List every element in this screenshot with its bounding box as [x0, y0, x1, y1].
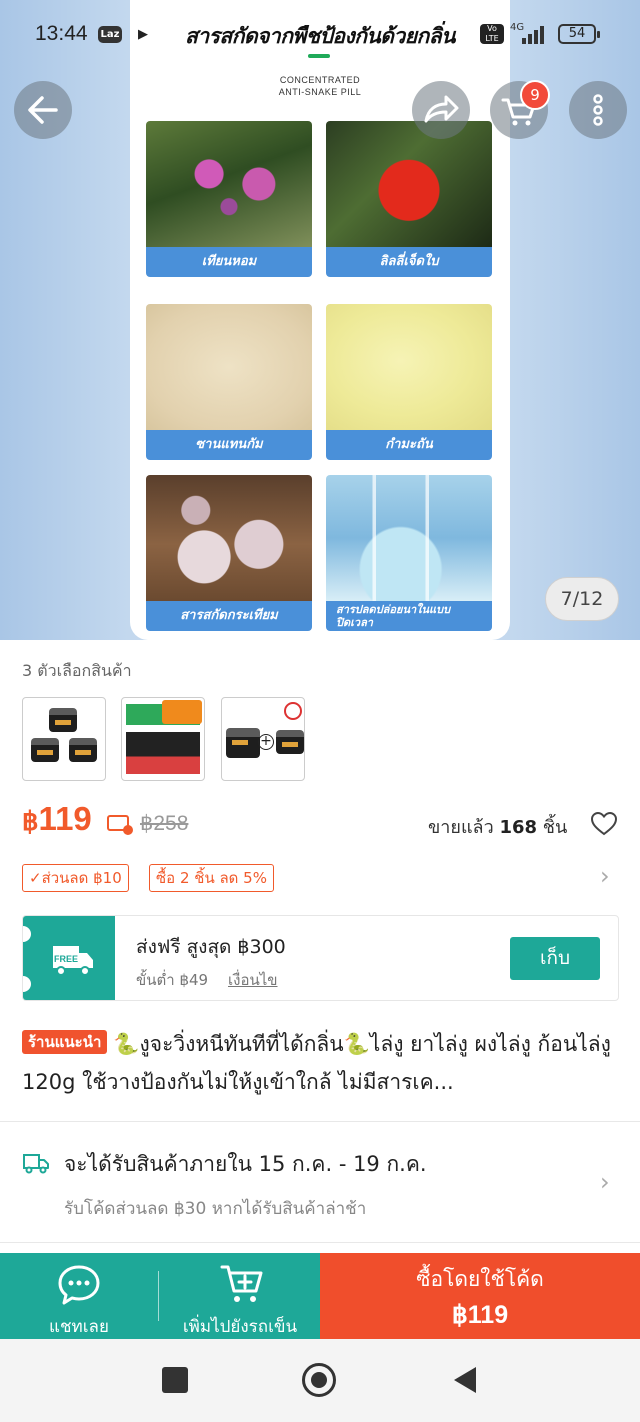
garlic-photo — [146, 475, 312, 601]
ingredient-tile: สารปลดปล่อยนาในแบบ ปิดเวลา — [326, 475, 492, 631]
chat-button[interactable]: แชทเลย — [0, 1253, 158, 1339]
original-price: ฿258 — [140, 812, 189, 835]
ingredient-tile: ซานแทนกัม — [146, 304, 312, 460]
chevron-right-icon[interactable]: › — [600, 1168, 610, 1196]
voucher-icon — [107, 815, 133, 835]
bundle-promo-tag[interactable]: ซื้อ 2 ชิ้น ลด 5% — [149, 864, 274, 892]
action-bar-left: แชทเลย เพิ่มไปยังรถเข็น — [0, 1253, 320, 1339]
add-to-cart-label: เพิ่มไปยังรถเข็น — [182, 1317, 298, 1337]
collect-voucher-button[interactable]: เก็บ — [510, 937, 600, 980]
price-value: 119 — [38, 800, 92, 837]
delivery-estimate[interactable]: จะได้รับสินค้าภายใน 15 ก.ค. - 19 ก.ค. — [64, 1148, 427, 1181]
ingredient-caption: ลิลลี่เจ็ดใบ — [326, 247, 492, 277]
red-berry-photo — [326, 121, 492, 247]
shipping-conditions-link[interactable]: เงื่อนไข — [228, 968, 278, 992]
sold-suffix: ชิ้น — [542, 817, 568, 838]
ingredient-tile: กำมะถัน — [326, 304, 492, 460]
play-icon: ▶ — [138, 27, 148, 42]
more-options-button[interactable] — [569, 81, 627, 139]
voucher-stripe: FREE — [23, 916, 115, 1000]
ingredient-tile: สารสกัดกระเทียม — [146, 475, 312, 631]
ingredient-caption: สารปลดปล่อยนาในแบบ ปิดเวลา — [326, 601, 492, 631]
lab-flask-photo — [326, 475, 492, 601]
free-label: FREE — [54, 954, 78, 964]
cart-count-badge: 9 — [520, 80, 550, 110]
discount-promo-tag[interactable]: ✓ส่วนลด ฿10 — [22, 864, 129, 892]
shipping-title: ส่งฟรี สูงสุด ฿300 — [136, 936, 286, 958]
ingredient-caption-line1: สารปลดปล่อยนาในแบบ — [336, 603, 451, 616]
beige-powder-photo — [146, 304, 312, 430]
product-title: ร้านแนะนำ 🐍งูจะวิ่งหนีทันทีที่ได้กลิ่น🐍ไล… — [22, 1025, 622, 1101]
ingredient-caption: ซานแทนกัม — [146, 430, 312, 460]
product-title-text: 🐍งูจะวิ่งหนีทันทีที่ได้กลิ่น🐍ไล่งู ยาไล่… — [22, 1032, 611, 1094]
variant-thumbnail[interactable] — [22, 697, 106, 781]
heart-icon[interactable] — [590, 811, 618, 837]
buy-button-label: ซื้อโดยใช้โค้ด — [416, 1267, 544, 1291]
add-cart-icon — [220, 1265, 263, 1302]
share-icon — [424, 95, 459, 123]
variant-thumbnail[interactable]: + — [221, 697, 305, 781]
sold-prefix: ขายแล้ว — [428, 817, 494, 838]
buy-button-price: ฿119 — [451, 1301, 509, 1329]
more-vertical-icon — [593, 94, 603, 126]
arrow-left-icon — [28, 96, 58, 124]
chat-button-label: แชทเลย — [49, 1317, 109, 1337]
shipping-minimum: ขั้นต่ำ ฿49 — [136, 971, 209, 989]
ingredient-tile: ลิลลี่เจ็ดใบ — [326, 121, 492, 277]
home-dot-icon — [311, 1372, 327, 1388]
sale-price: ฿119 — [22, 800, 92, 838]
bottom-action-bar: แชทเลย เพิ่มไปยังรถเข็น ซื้อโดยใช้โค้ด ฿… — [0, 1253, 640, 1339]
product-page: สารสกัดจากพืชป้องกันด้วยกลิ่น CONCENTRAT… — [0, 0, 640, 1422]
price-currency: ฿ — [22, 806, 39, 836]
free-shipping-truck-icon: FREE — [53, 946, 93, 976]
sold-number: 168 — [499, 817, 538, 838]
variant-options-label: 3 ตัวเลือกสินค้า — [22, 661, 132, 680]
back-nav-button[interactable] — [450, 1365, 480, 1395]
ingredient-caption: สารสกัดกระเทียม — [146, 601, 312, 631]
sulfur-powder-photo — [326, 304, 492, 430]
ingredient-tile: เทียนหอม — [146, 121, 312, 277]
delivery-truck-icon — [23, 1154, 49, 1174]
lazada-notification-icon: Laz — [98, 26, 122, 43]
battery-icon: 54 — [558, 24, 600, 44]
buy-now-button[interactable]: ซื้อโดยใช้โค้ด ฿119 — [320, 1253, 640, 1339]
share-button[interactable] — [412, 81, 470, 139]
ingredient-caption-line2: ปิดเวลา — [336, 616, 373, 629]
variant-thumbnail[interactable] — [121, 697, 205, 781]
add-to-cart-button[interactable]: เพิ่มไปยังรถเข็น — [160, 1253, 320, 1339]
volte-icon: Vo LTE — [480, 24, 504, 44]
chevron-right-icon[interactable]: › — [600, 862, 610, 890]
status-time: 13:44 — [35, 22, 88, 45]
recommended-store-badge: ร้านแนะนำ — [22, 1030, 108, 1054]
divider — [0, 1242, 640, 1243]
chat-bubble-icon — [58, 1265, 100, 1305]
free-shipping-voucher: FREE ส่งฟรี สูงสุด ฿300 ขั้นต่ำ ฿49 เงื่… — [22, 915, 619, 1001]
late-delivery-note: รับโค้ดส่วนลด ฿30 หากได้รับสินค้าล่าช้า — [64, 1199, 367, 1219]
home-button[interactable] — [302, 1363, 336, 1397]
recents-button[interactable] — [162, 1367, 188, 1393]
ingredient-caption: กำมะถัน — [326, 430, 492, 460]
divider — [0, 1121, 640, 1122]
system-navigation-bar — [0, 1339, 640, 1422]
action-separator — [158, 1271, 159, 1321]
image-counter: 7/12 — [545, 577, 619, 621]
product-image-gallery[interactable]: สารสกัดจากพืชป้องกันด้วยกลิ่น CONCENTRAT… — [0, 0, 640, 640]
impatiens-flower-photo — [146, 121, 312, 247]
back-button[interactable] — [14, 81, 72, 139]
sold-count: ขายแล้ว 168 ชิ้น — [428, 812, 567, 841]
signal-icon — [518, 26, 550, 44]
ingredient-caption: เทียนหอม — [146, 247, 312, 277]
status-bar: 13:44 Laz ▶ Vo LTE 4G 54 — [0, 0, 640, 70]
